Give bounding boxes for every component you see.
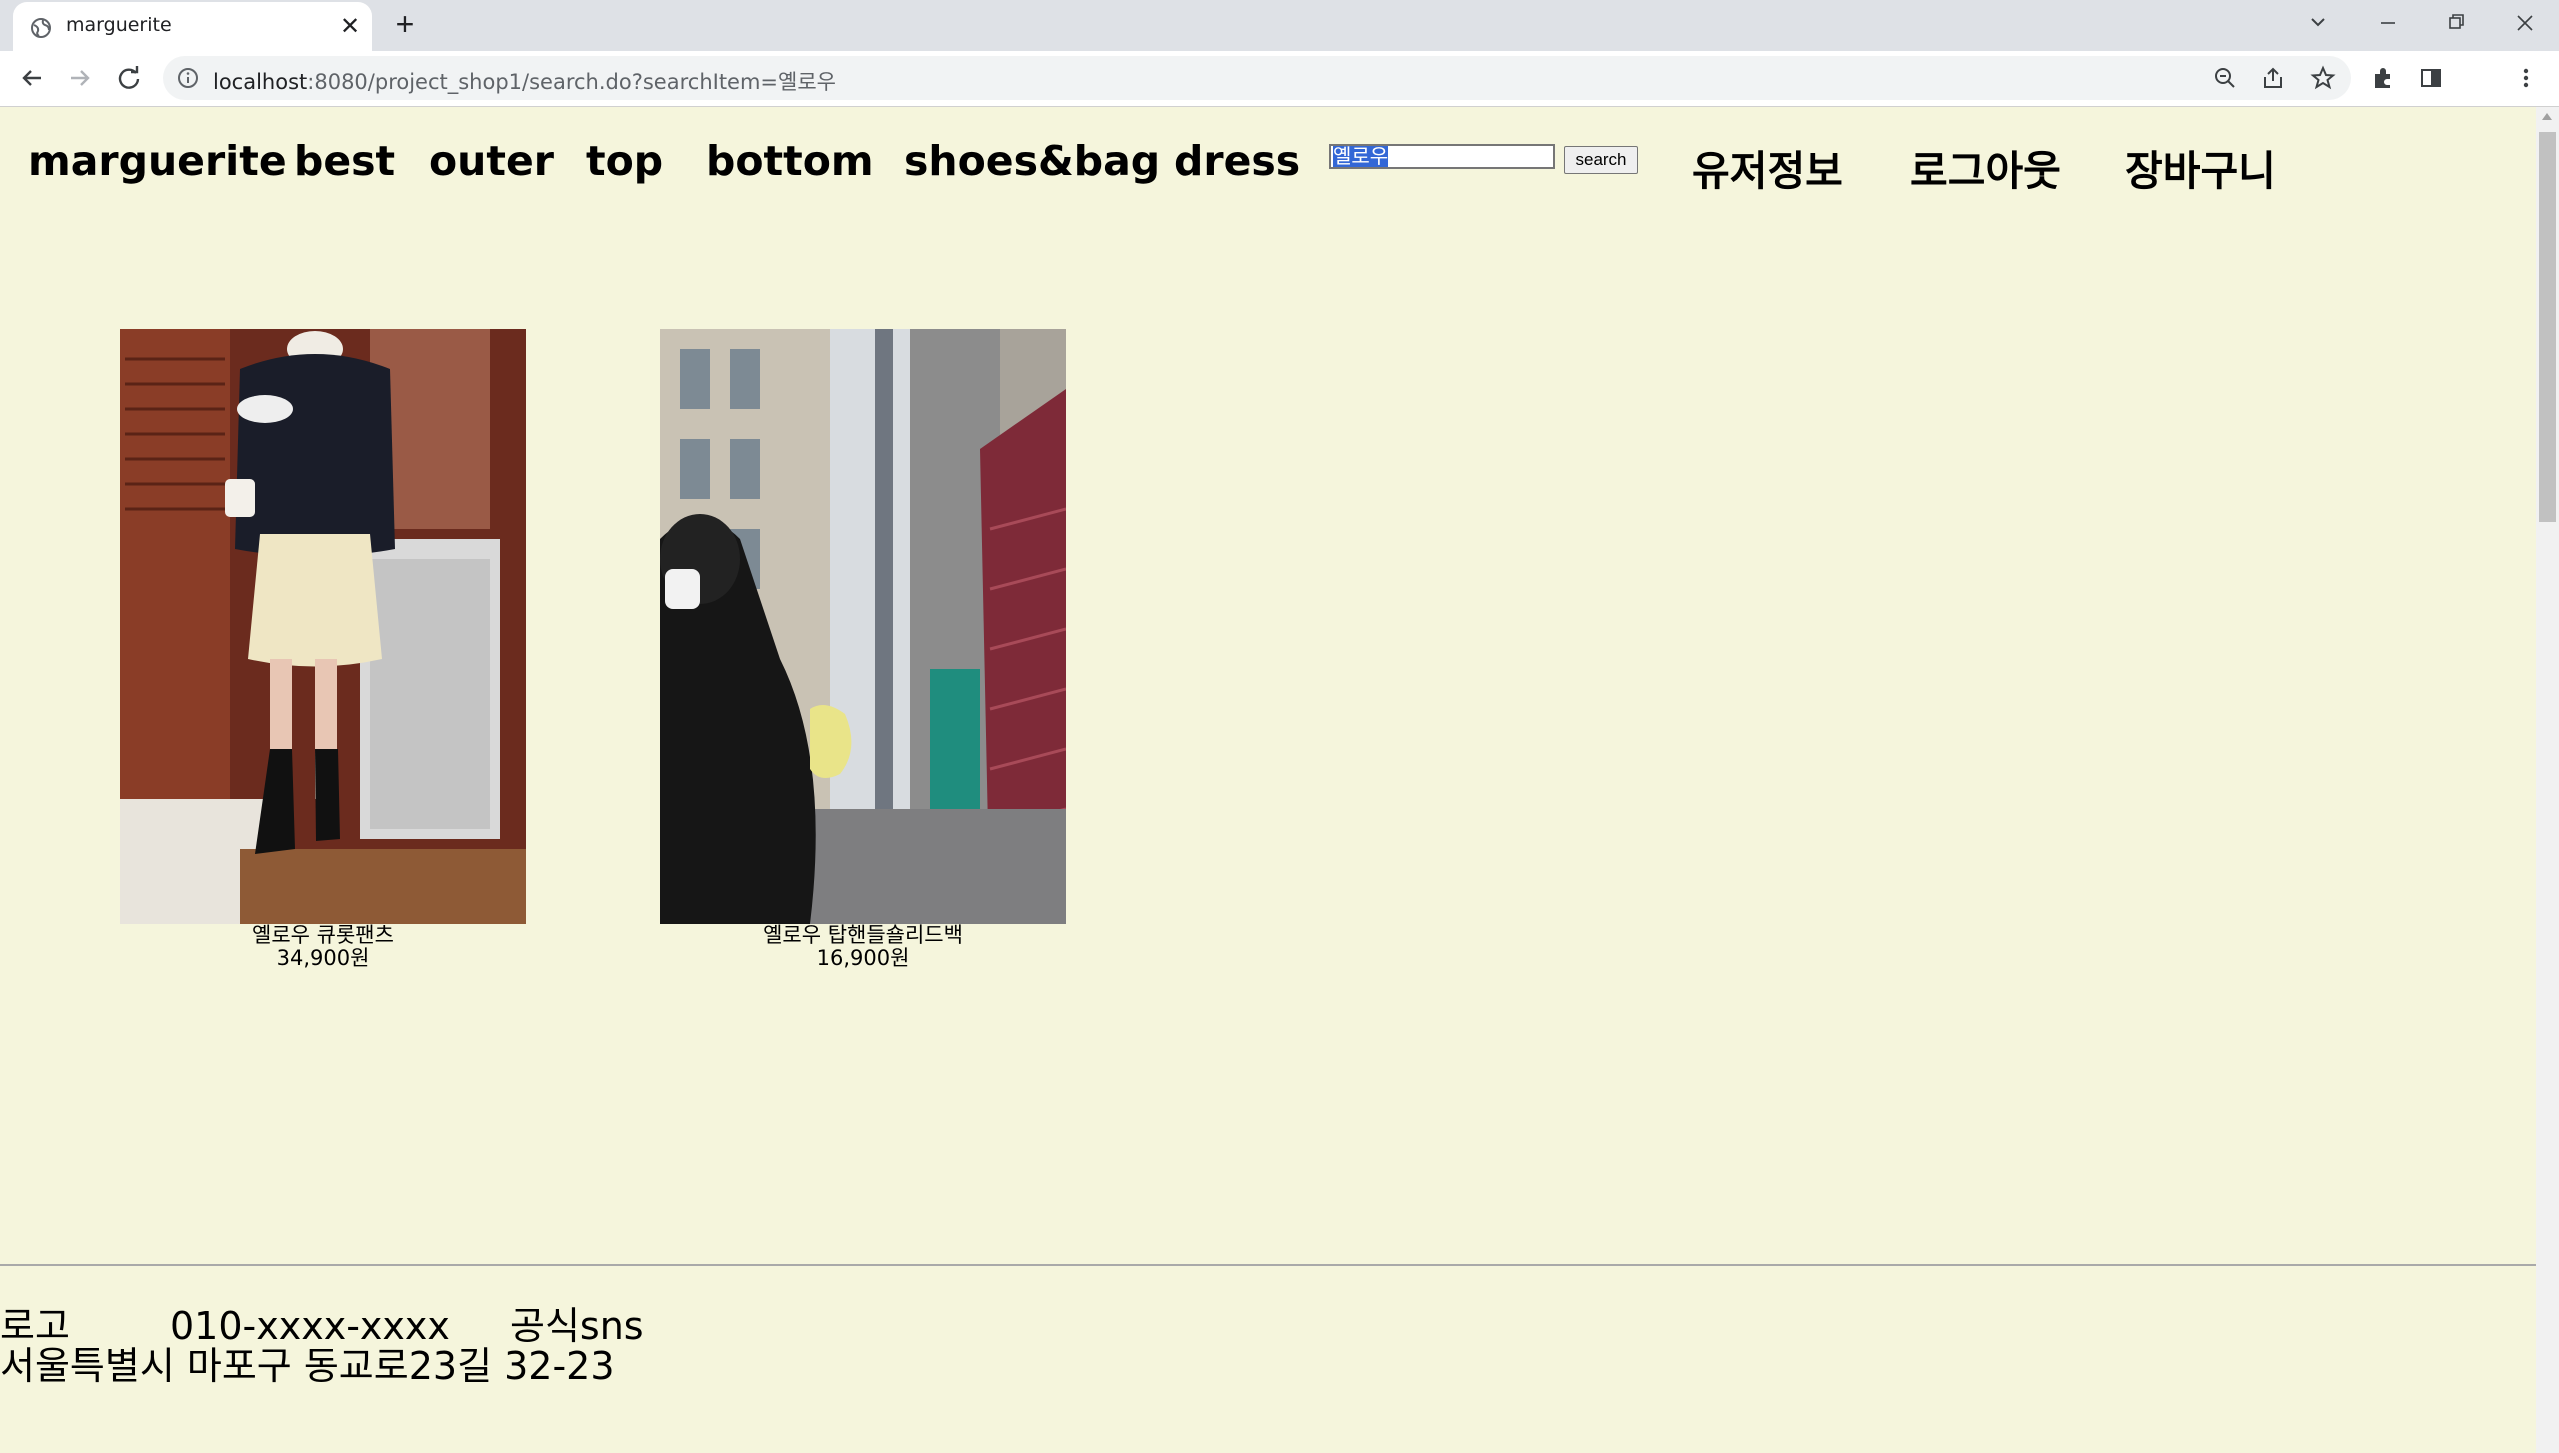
footer-address: 서울특별시 마포구 동교로23길 32-23 [0, 1344, 615, 1388]
nav-link-best[interactable]: best [294, 137, 395, 185]
footer-divider [0, 1264, 2536, 1266]
side-panel-icon[interactable] [2418, 65, 2444, 91]
minimize-icon[interactable] [2368, 6, 2408, 40]
browser-toolbar: localhost:8080/project_shop1/search.do?s… [0, 51, 2559, 107]
scroll-up-arrow-icon[interactable] [2542, 113, 2552, 120]
zoom-icon[interactable] [2212, 65, 2238, 91]
nav-link-user-info[interactable]: 유저정보 [1692, 137, 1843, 197]
nav-link-dress[interactable]: dress [1174, 137, 1300, 185]
tab-search-chevron-icon[interactable] [2298, 6, 2338, 40]
address-bar[interactable]: localhost:8080/project_shop1/search.do?s… [163, 56, 2351, 100]
close-window-icon[interactable] [2505, 6, 2545, 40]
search-button[interactable]: search [1564, 146, 1638, 174]
product-price: 34,900원 [276, 946, 370, 970]
new-tab-icon[interactable]: + [390, 8, 420, 40]
close-tab-icon[interactable]: ✕ [336, 13, 364, 41]
scroll-thumb[interactable] [2539, 132, 2556, 522]
forward-arrow-icon[interactable] [63, 61, 97, 95]
footer-sns-link[interactable]: 공식sns [510, 1306, 644, 1346]
tab-title: marguerite [66, 14, 172, 36]
footer-phone: 010-xxxx-xxxx [170, 1304, 450, 1348]
nav-link-bottom[interactable]: bottom [706, 137, 874, 185]
nav-link-cart[interactable]: 장바구니 [2125, 137, 2276, 197]
product-card[interactable]: 옐로우 큐롯팬츠 34,900원 [120, 329, 526, 970]
nav-link-logout[interactable]: 로그아웃 [1910, 137, 2061, 197]
url-text: localhost:8080/project_shop1/search.do?s… [213, 66, 836, 96]
product-name[interactable]: 옐로우 탑핸들숄리드백 [660, 924, 1066, 947]
back-arrow-icon[interactable] [15, 61, 49, 95]
nav-link-outer[interactable]: outer [429, 137, 554, 185]
restore-icon[interactable] [2436, 6, 2476, 40]
brand-link[interactable]: marguerite [28, 137, 287, 185]
url-host: localhost [213, 70, 308, 94]
extensions-puzzle-icon[interactable] [2370, 65, 2396, 91]
footer-row: 로고 010-xxxx-xxxx 공식sns [0, 1306, 644, 1346]
product-image[interactable] [120, 329, 526, 924]
kebab-menu-icon[interactable] [2513, 65, 2539, 91]
url-path: :8080/project_shop1/search.do?searchItem… [307, 70, 836, 94]
search-input-value: 옐로우 [1333, 144, 1389, 168]
product-card[interactable]: 옐로우 탑핸들숄리드백 16,900원 [660, 329, 1066, 970]
nav-link-shoes-bag[interactable]: shoes&bag [904, 137, 1160, 185]
product-image[interactable] [660, 329, 1066, 924]
search-input[interactable]: 옐로우 [1329, 144, 1555, 169]
browser-tab[interactable]: marguerite ✕ [13, 2, 372, 51]
nav-link-top[interactable]: top [586, 137, 663, 185]
browser-tabstrip: marguerite ✕ + [0, 0, 2559, 51]
reload-icon[interactable] [112, 61, 146, 95]
page-scrollbar[interactable] [2536, 107, 2559, 1453]
product-name[interactable]: 옐로우 큐롯팬츠 [120, 924, 526, 947]
footer-logo: 로고 [0, 1304, 70, 1348]
site-footer: 로고 010-xxxx-xxxx 공식sns 서울특별시 마포구 동교로23길 32… [0, 1306, 644, 1386]
site-info-icon[interactable] [177, 67, 199, 89]
site-nav: marguerite best outer top bottom shoes&b… [0, 107, 2536, 217]
product-price: 16,900원 [816, 946, 910, 970]
globe-icon [31, 18, 51, 38]
share-icon[interactable] [2260, 65, 2286, 91]
bookmark-star-icon[interactable] [2310, 65, 2336, 91]
